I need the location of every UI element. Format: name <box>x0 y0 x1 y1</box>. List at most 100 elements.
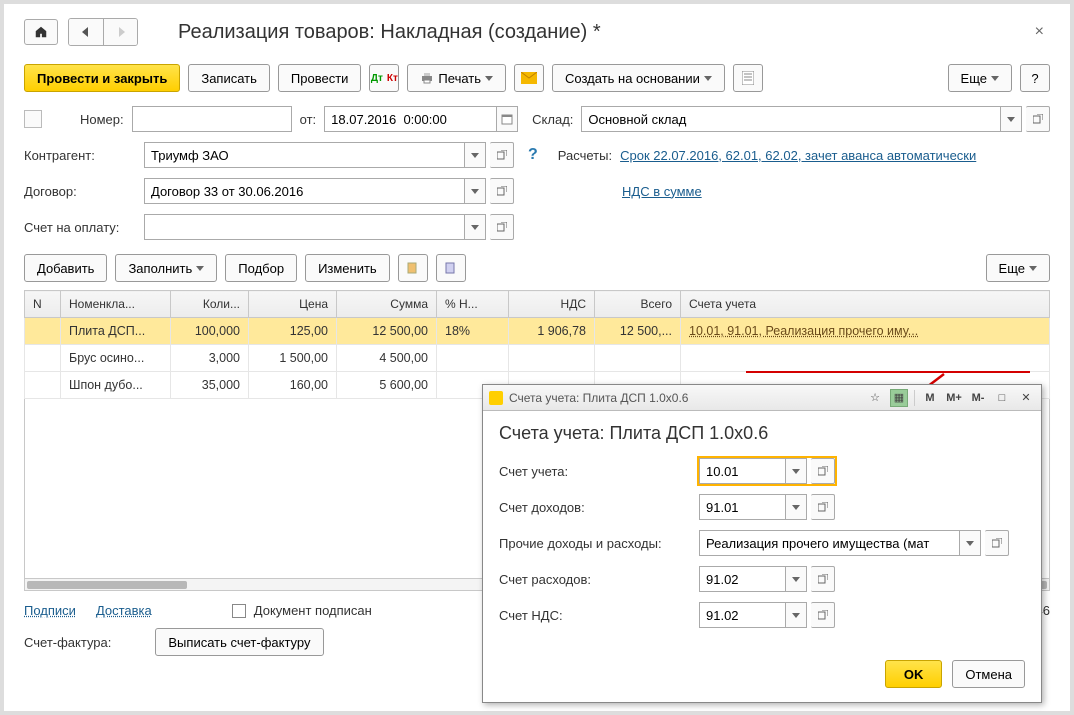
col-total[interactable]: Всего <box>595 291 681 318</box>
col-sum[interactable]: Сумма <box>337 291 437 318</box>
modal-heading: Счета учета: Плита ДСП 1.0x0.6 <box>499 423 1025 444</box>
invoice-dropdown[interactable] <box>464 214 486 240</box>
contract-dropdown[interactable] <box>464 178 486 204</box>
warehouse-dropdown[interactable] <box>1000 106 1022 132</box>
post-button[interactable]: Провести <box>278 64 362 92</box>
account-open[interactable] <box>811 458 835 484</box>
doc-button[interactable] <box>733 64 763 92</box>
modal-maximize-button[interactable]: □ <box>993 389 1011 407</box>
warehouse-input[interactable] <box>581 106 1000 132</box>
vat-mode-link[interactable]: НДС в сумме <box>622 184 702 199</box>
col-qty[interactable]: Коли... <box>171 291 249 318</box>
open-icon <box>1033 114 1043 124</box>
page-title: Реализация товаров: Накладная (создание)… <box>178 21 601 44</box>
star-icon[interactable]: ☆ <box>866 389 884 407</box>
col-name[interactable]: Номенкла... <box>61 291 171 318</box>
income-label: Счет доходов: <box>499 500 699 515</box>
col-vatp[interactable]: % Н... <box>437 291 509 318</box>
doc-signed-label: Документ подписан <box>254 603 372 618</box>
table-row[interactable]: Плита ДСП... 100,000 125,00 12 500,00 18… <box>25 318 1050 345</box>
issue-invoice-button[interactable]: Выписать счет-фактуру <box>155 628 323 656</box>
forward-button[interactable] <box>103 19 137 45</box>
copy-down-button[interactable] <box>398 254 428 282</box>
invoice-input[interactable] <box>144 214 464 240</box>
warehouse-label: Склад: <box>532 112 573 127</box>
counterparty-input[interactable] <box>144 142 464 168</box>
contract-label: Договор: <box>24 184 136 199</box>
col-vat[interactable]: НДС <box>509 291 595 318</box>
chevron-down-icon <box>704 76 712 81</box>
info-icon[interactable]: ? <box>528 146 538 164</box>
clipboard2-icon <box>444 261 458 275</box>
vat-acc-input[interactable] <box>699 602 785 628</box>
printer-icon <box>420 72 434 84</box>
account-dropdown[interactable] <box>785 458 807 484</box>
write-button[interactable]: Записать <box>188 64 270 92</box>
paste-button[interactable] <box>436 254 466 282</box>
post-and-close-button[interactable]: Провести и закрыть <box>24 64 180 92</box>
account-label: Счет учета: <box>499 464 699 479</box>
table-row[interactable]: Брус осино...3,0001 500,004 500,00 <box>25 345 1050 372</box>
col-acc[interactable]: Счета учета <box>681 291 1050 318</box>
ok-button[interactable]: OK <box>885 660 943 688</box>
more-button[interactable]: Еще <box>948 64 1012 92</box>
help-button[interactable]: ? <box>1020 64 1050 92</box>
mail-button[interactable] <box>514 64 544 92</box>
expense-input[interactable] <box>699 566 785 592</box>
col-n[interactable]: N <box>25 291 61 318</box>
change-button[interactable]: Изменить <box>305 254 390 282</box>
number-label: Номер: <box>80 112 124 127</box>
highlight-underline <box>746 371 1030 373</box>
warehouse-open[interactable] <box>1026 106 1050 132</box>
accounts-modal: Счета учета: Плита ДСП 1.0x0.6 ☆ ▦ M M+ … <box>482 384 1042 703</box>
m-minus-button[interactable]: M- <box>969 389 987 407</box>
expense-label: Счет расходов: <box>499 572 699 587</box>
fill-button[interactable]: Заполнить <box>115 254 217 282</box>
envelope-icon <box>521 72 537 84</box>
vat-acc-label: Счет НДС: <box>499 608 699 623</box>
calc-icon[interactable]: ▦ <box>890 389 908 407</box>
date-input[interactable] <box>324 106 496 132</box>
settlements-label: Расчеты: <box>558 148 612 163</box>
goods-table[interactable]: N Номенкла... Коли... Цена Сумма % Н... … <box>24 290 1050 399</box>
from-label: от: <box>300 112 317 127</box>
invoice-label: Счет на оплату: <box>24 220 136 235</box>
invoice-open[interactable] <box>490 214 514 240</box>
other-input[interactable] <box>699 530 959 556</box>
select-button[interactable]: Подбор <box>225 254 297 282</box>
accounts-link[interactable]: 10.01, 91.01, Реализация прочего иму... <box>689 324 918 338</box>
settlements-link[interactable]: Срок 22.07.2016, 62.01, 62.02, зачет ава… <box>620 148 976 163</box>
chevron-down-icon <box>485 76 493 81</box>
other-label: Прочие доходы и расходы: <box>499 536 699 551</box>
signatures-link[interactable]: Подписи <box>24 603 76 618</box>
cancel-button[interactable]: Отмена <box>952 660 1025 688</box>
m-plus-button[interactable]: M+ <box>945 389 963 407</box>
doc-signed-checkbox[interactable] <box>232 604 246 618</box>
create-based-button[interactable]: Создать на основании <box>552 64 725 92</box>
delivery-link[interactable]: Доставка <box>96 603 152 618</box>
back-button[interactable] <box>69 19 103 45</box>
m-button[interactable]: M <box>921 389 939 407</box>
number-input[interactable] <box>132 106 292 132</box>
counterparty-dropdown[interactable] <box>464 142 486 168</box>
print-button[interactable]: Печать <box>407 64 506 92</box>
add-button[interactable]: Добавить <box>24 254 107 282</box>
calendar-button[interactable] <box>496 106 518 132</box>
counterparty-open[interactable] <box>490 142 514 168</box>
close-button[interactable]: × <box>1029 23 1050 41</box>
contract-input[interactable] <box>144 178 464 204</box>
doc-status-icon <box>24 110 42 128</box>
modal-title: Счета учета: Плита ДСП 1.0x0.6 <box>509 391 688 405</box>
clipboard-icon <box>406 261 420 275</box>
home-button[interactable] <box>24 19 58 45</box>
debit-credit-button[interactable]: ДтКт <box>369 64 399 92</box>
app-icon <box>489 391 503 405</box>
col-price[interactable]: Цена <box>249 291 337 318</box>
more-table-button[interactable]: Еще <box>986 254 1050 282</box>
account-input[interactable] <box>699 458 785 484</box>
modal-close-button[interactable]: ✕ <box>1017 389 1035 407</box>
contract-open[interactable] <box>490 178 514 204</box>
calendar-icon <box>501 113 513 125</box>
counterparty-label: Контрагент: <box>24 148 136 163</box>
income-input[interactable] <box>699 494 785 520</box>
